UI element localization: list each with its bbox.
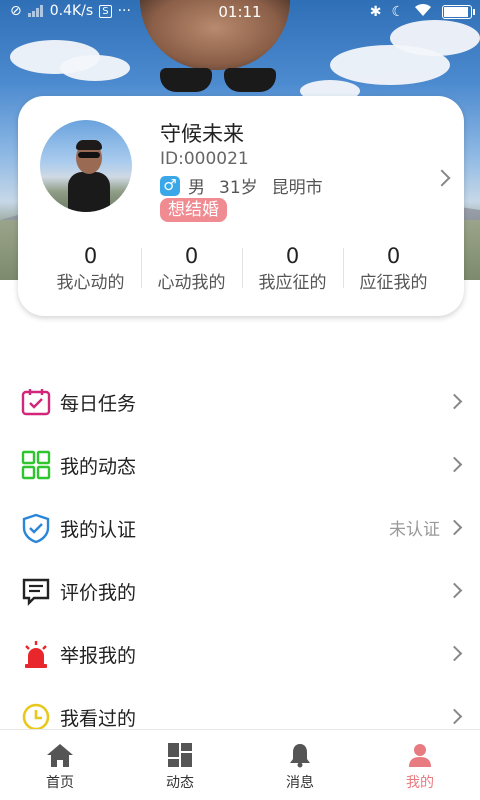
- tab-feed[interactable]: 动态: [120, 730, 240, 800]
- menu-item-reports[interactable]: 举报我的: [0, 622, 480, 685]
- grid-icon: [21, 450, 51, 480]
- shield-check-icon: [22, 513, 50, 544]
- calendar-check-icon: [21, 389, 51, 416]
- chevron-right-icon: [446, 582, 463, 599]
- avatar[interactable]: [40, 120, 132, 212]
- menu-item-verification[interactable]: 我的认证 未认证: [0, 496, 480, 559]
- home-icon: [47, 744, 73, 767]
- dashboard-icon: [168, 743, 192, 767]
- stat-label: 我应征的: [258, 273, 327, 293]
- menu-item-label: 举报我的: [60, 645, 137, 667]
- menu-list: 每日任务 我的动态 我的认证 未认证 评价我的 举报我的 我看过的: [0, 370, 480, 748]
- menu-item-label: 我看过的: [60, 708, 137, 730]
- tab-messages[interactable]: 消息: [240, 730, 360, 800]
- user-name: 守候未来: [160, 122, 244, 146]
- menu-item-label: 评价我的: [60, 582, 137, 604]
- battery-icon: [442, 5, 475, 19]
- tab-home[interactable]: 首页: [0, 730, 120, 800]
- user-id: ID:000021: [160, 149, 249, 169]
- user-icon: [409, 744, 431, 767]
- bluetooth-icon: ✱: [369, 4, 382, 20]
- chevron-right-icon: [446, 393, 463, 410]
- menu-item-my-posts[interactable]: 我的动态: [0, 433, 480, 496]
- stat-i-applied[interactable]: 0 我应征的: [242, 242, 343, 300]
- tab-label: 消息: [286, 775, 314, 791]
- profile-card[interactable]: 守候未来 ID:000021 ♂ 男 31岁 昆明市 想结婚 0 我心动的 0 …: [18, 96, 464, 316]
- chevron-right-icon: [446, 645, 463, 662]
- menu-item-reviews[interactable]: 评价我的: [0, 559, 480, 622]
- status-badge: 想结婚: [160, 198, 227, 222]
- stats-row: 0 我心动的 0 心动我的 0 我应征的 0 应征我的: [40, 242, 444, 300]
- male-icon: ♂: [160, 175, 180, 196]
- moon-icon: ☾: [391, 4, 404, 20]
- tab-label: 我的: [406, 775, 434, 791]
- wifi-icon: [414, 3, 432, 21]
- stat-label: 我心动的: [56, 273, 125, 293]
- tab-label: 动态: [166, 775, 194, 791]
- bottom-nav: 首页 动态 消息 我的: [0, 729, 480, 800]
- chevron-right-icon: [446, 519, 463, 536]
- tab-label: 首页: [46, 775, 74, 791]
- status-bar: ⊘ 0.4K/s S ··· 01:11 ✱ ☾: [0, 0, 480, 24]
- stat-i-liked[interactable]: 0 我心动的: [40, 242, 141, 300]
- menu-item-daily-tasks[interactable]: 每日任务: [0, 370, 480, 433]
- stat-value: 0: [83, 244, 98, 268]
- user-meta: ♂ 男 31岁 昆明市: [160, 173, 323, 198]
- bell-icon: [290, 744, 310, 768]
- user-age: 31岁: [219, 178, 258, 198]
- chevron-right-icon[interactable]: [433, 169, 451, 187]
- verification-status: 未认证: [389, 520, 440, 540]
- user-city: 昆明市: [271, 178, 323, 198]
- stat-value: 0: [285, 244, 300, 268]
- stat-value: 0: [184, 244, 199, 268]
- user-gender: 男: [188, 178, 205, 198]
- menu-item-label: 每日任务: [60, 393, 137, 415]
- menu-item-label: 我的动态: [60, 456, 137, 478]
- alarm-light-icon: [25, 641, 47, 668]
- chevron-right-icon: [446, 708, 463, 725]
- menu-item-label: 我的认证: [60, 519, 137, 541]
- tab-mine[interactable]: 我的: [360, 730, 480, 800]
- stat-label: 心动我的: [157, 273, 226, 293]
- stat-liked-me[interactable]: 0 心动我的: [141, 242, 242, 300]
- stat-label: 应征我的: [359, 273, 428, 293]
- stat-value: 0: [386, 244, 401, 268]
- stat-applied-me[interactable]: 0 应征我的: [343, 242, 444, 300]
- chevron-right-icon: [446, 456, 463, 473]
- comment-icon: [22, 578, 50, 606]
